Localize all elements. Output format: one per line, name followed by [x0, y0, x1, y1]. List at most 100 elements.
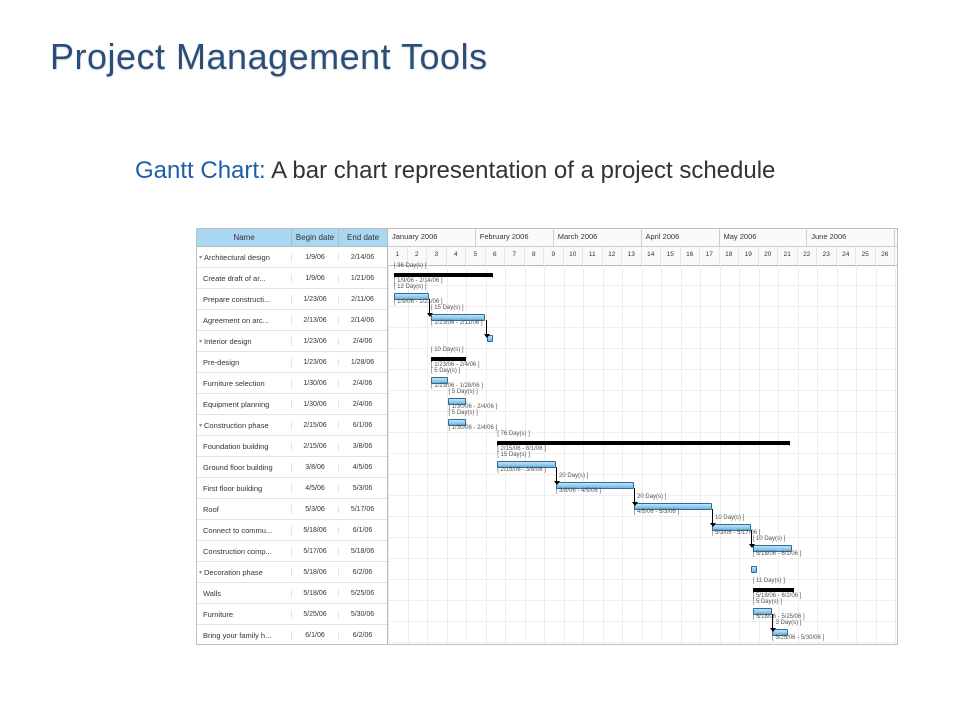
task-name: Interior design	[197, 337, 292, 346]
week-label: 17	[700, 247, 720, 265]
end-date: 2/4/06	[339, 380, 386, 387]
week-label: 23	[817, 247, 837, 265]
end-date: 6/2/06	[339, 632, 386, 639]
end-date: 1/28/06	[339, 359, 386, 366]
begin-date: 5/3/06	[292, 506, 339, 513]
task-name: Architectural design	[197, 253, 292, 262]
task-bar-group: [ 15 Day(s) ] [ 2/15/06 - 3/8/06 ]	[388, 454, 897, 475]
subtitle-lead: Gantt Chart:	[135, 157, 266, 184]
bar-daterange-label: [ 2/15/06 - 3/8/06 ]	[497, 467, 546, 473]
task-bar-group: [ 5 Day(s) ][ 5/18/06 - 5/25/06 ]	[388, 601, 897, 622]
gantt-chart: Name Begin date End date Architectural d…	[196, 228, 898, 645]
bar-duration-label: [ 5 Day(s) ]	[431, 368, 460, 374]
end-date: 2/11/06	[339, 296, 386, 303]
table-row[interactable]: Bring your family h...6/1/066/2/06	[197, 625, 387, 645]
task-bar-group: [ 5 Day(s) ][ 1/30/06 - 2/4/06 ]	[388, 412, 897, 433]
page-title: Project Management Tools	[50, 36, 488, 78]
end-date: 5/17/06	[339, 506, 386, 513]
bar-duration-label: [ 15 Day(s) ]	[497, 452, 530, 458]
begin-date: 4/5/06	[292, 485, 339, 492]
table-row[interactable]: Decoration phase5/18/066/2/06	[197, 562, 387, 583]
month-label: January 2006	[388, 229, 476, 246]
table-row[interactable]: Furniture selection1/30/062/4/06	[197, 373, 387, 394]
week-label: 11	[583, 247, 603, 265]
table-row[interactable]: Furniture5/25/065/30/06	[197, 604, 387, 625]
task-name: Foundation building	[197, 442, 292, 451]
bar-daterange-label: [ 1/30/06 - 2/4/06 ]	[448, 425, 497, 431]
week-label: 10	[564, 247, 584, 265]
table-row[interactable]: Pre-design1/23/061/28/06	[197, 352, 387, 373]
table-row[interactable]: Prepare constructi...1/23/062/11/06	[197, 289, 387, 310]
bar-duration-label: [ 36 Day(s) ]	[394, 263, 427, 269]
table-row[interactable]: Foundation building2/15/063/8/06	[197, 436, 387, 457]
week-label: 4	[447, 247, 467, 265]
week-label: 7	[505, 247, 525, 265]
task-bar-group	[388, 559, 897, 580]
table-row[interactable]: Connect to commu...5/18/066/1/06	[197, 520, 387, 541]
begin-date: 1/23/06	[292, 359, 339, 366]
end-date: 3/8/06	[339, 443, 386, 450]
task-bar-group: [ 15 Day(s) ][ 1/23/06 - 2/11/06 ]	[388, 307, 897, 328]
bar-duration-label: [ 12 Day(s) ]	[394, 284, 427, 290]
end-date: 2/4/06	[339, 401, 386, 408]
dependency-arrow	[634, 488, 635, 505]
task-name: Furniture	[197, 610, 292, 619]
bar-duration-label: [ 5 Day(s) ]	[753, 599, 782, 605]
week-label: 14	[642, 247, 662, 265]
gantt-table: Name Begin date End date Architectural d…	[197, 229, 388, 644]
table-row[interactable]: Architectural design1/9/062/14/06	[197, 247, 387, 268]
week-label: 12	[603, 247, 623, 265]
table-row[interactable]: Construction comp...5/17/065/18/06	[197, 541, 387, 562]
table-row[interactable]: Ground floor building3/8/064/5/06	[197, 457, 387, 478]
col-name: Name	[197, 229, 292, 246]
task-bar[interactable]	[751, 566, 757, 573]
end-date: 5/18/06	[339, 548, 386, 555]
task-name: Create draft of ar...	[197, 274, 292, 283]
week-label: 22	[798, 247, 818, 265]
table-row[interactable]: Roof5/3/065/17/06	[197, 499, 387, 520]
table-row[interactable]: Walls5/18/065/25/06	[197, 583, 387, 604]
end-date: 5/25/06	[339, 590, 386, 597]
end-date: 5/30/06	[339, 611, 386, 618]
table-row[interactable]: Construction phase2/15/066/1/06	[197, 415, 387, 436]
gantt-timeline-area: January 2006February 2006March 2006April…	[388, 229, 897, 644]
week-label: 20	[759, 247, 779, 265]
month-label: February 2006	[476, 229, 554, 246]
week-label: 24	[837, 247, 857, 265]
month-label: June 2006	[807, 229, 895, 246]
month-label: May 2006	[720, 229, 808, 246]
end-date: 6/2/06	[339, 569, 386, 576]
table-row[interactable]: Create draft of ar...1/9/061/21/06	[197, 268, 387, 289]
dependency-arrow	[772, 614, 773, 631]
begin-date: 5/17/06	[292, 548, 339, 555]
task-name: Connect to commu...	[197, 526, 292, 535]
task-bar-group	[388, 643, 897, 644]
month-label: April 2006	[642, 229, 720, 246]
gantt-bars-area: [ 36 Day(s) ][ 1/9/06 - 2/14/06 ][ 12 Da…	[388, 265, 897, 644]
task-name: Walls	[197, 589, 292, 598]
summary-bar[interactable]	[431, 357, 466, 361]
begin-date: 5/18/06	[292, 569, 339, 576]
gantt-table-header: Name Begin date End date	[197, 229, 387, 247]
begin-date: 1/30/06	[292, 380, 339, 387]
begin-date: 2/13/06	[292, 317, 339, 324]
bar-duration-label: [ 3 Day(s) ]	[772, 620, 801, 626]
begin-date: 5/18/06	[292, 590, 339, 597]
table-row[interactable]: First floor building4/5/065/3/06	[197, 478, 387, 499]
summary-bar[interactable]	[753, 588, 794, 592]
week-label: 13	[622, 247, 642, 265]
table-row[interactable]: Agreement on arc...2/13/062/14/06	[197, 310, 387, 331]
bar-daterange-label: [ 4/5/06 - 5/3/06 ]	[634, 509, 679, 515]
table-row[interactable]: Equipment planning1/30/062/4/06	[197, 394, 387, 415]
begin-date: 1/23/06	[292, 296, 339, 303]
task-bar-group: [ 20 Day(s) ][ 3/8/06 - 4/5/06 ]	[388, 475, 897, 496]
summary-bar[interactable]	[497, 441, 790, 445]
table-row[interactable]: Interior design1/23/062/4/06	[197, 331, 387, 352]
timeline-header: January 2006February 2006March 2006April…	[388, 229, 897, 266]
week-label: 21	[778, 247, 798, 265]
summary-bar[interactable]	[394, 273, 493, 277]
task-name: Construction comp...	[197, 547, 292, 556]
dependency-arrow	[751, 530, 752, 547]
begin-date: 1/23/06	[292, 338, 339, 345]
begin-date: 3/8/06	[292, 464, 339, 471]
